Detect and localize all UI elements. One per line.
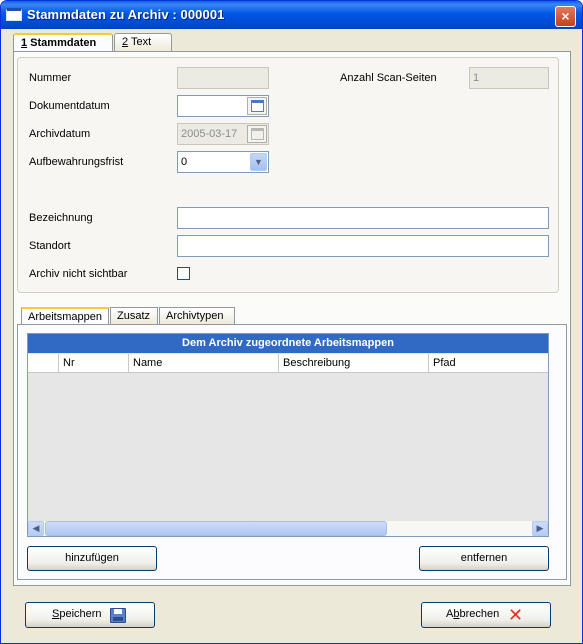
tab-zusatz[interactable]: Zusatz	[110, 307, 158, 325]
cancel-button[interactable]: Abbrechen ✕	[421, 602, 551, 628]
dokumentdatum-field[interactable]	[177, 95, 269, 117]
tab-text-label: Text	[128, 36, 152, 48]
aufbewahrungsfrist-label: Aufbewahrungsfrist	[29, 156, 124, 168]
aufbewahrungsfrist-value: 0	[181, 156, 188, 168]
calendar-icon-disabled	[247, 125, 267, 143]
save-label-rest: peichern	[59, 608, 102, 620]
tab-text[interactable]: 2 Text	[114, 33, 172, 52]
column-header-beschreibung[interactable]: Beschreibung	[278, 354, 428, 373]
standort-input[interactable]	[177, 235, 549, 257]
scan-pages-value: 1	[473, 72, 480, 84]
calendar-icon[interactable]	[247, 97, 267, 115]
nummer-label: Nummer	[29, 72, 72, 84]
dokumentdatum-label: Dokumentdatum	[29, 100, 110, 112]
grid-caption: Dem Archiv zugeordnete Arbeitsmappen	[28, 334, 548, 353]
standort-label: Standort	[29, 240, 71, 252]
floppy-disk-icon	[110, 608, 126, 623]
dialog-window: Stammdaten zu Archiv : 000001 × 1 Stammd…	[0, 0, 583, 644]
archivdatum-field[interactable]: 2005-03-17	[177, 123, 269, 145]
window-icon	[6, 8, 22, 21]
column-header-pfad[interactable]: Pfad	[428, 354, 548, 373]
remove-button[interactable]: entfernen	[419, 546, 549, 571]
horizontal-scrollbar[interactable]: ◀ ▶	[28, 520, 548, 536]
window-title: Stammdaten zu Archiv : 000001	[27, 7, 225, 22]
nicht-sichtbar-label: Archiv nicht sichtbar	[29, 268, 128, 280]
master-data-group	[17, 57, 559, 293]
scan-pages-field[interactable]: 1	[469, 67, 549, 89]
column-header-select[interactable]	[28, 354, 58, 373]
nummer-field[interactable]	[177, 67, 269, 89]
save-label: Speichern	[52, 603, 102, 626]
tab-archivtypen[interactable]: Archivtypen	[159, 307, 235, 325]
scroll-right-icon[interactable]: ▶	[532, 521, 548, 536]
aufbewahrungsfrist-select[interactable]: 0 ▼	[177, 151, 269, 173]
tab-stammdaten[interactable]: 1 Stammdaten	[13, 33, 113, 53]
bezeichnung-input[interactable]	[177, 207, 549, 229]
close-button[interactable]: ×	[555, 6, 576, 27]
grid-header: Nr Name Beschreibung Pfad	[28, 354, 548, 373]
tab-stammdaten-label: Stammdaten	[27, 37, 97, 49]
add-button[interactable]: hinzufügen	[27, 546, 157, 571]
arbeitsmappen-grid[interactable]: Dem Archiv zugeordnete Arbeitsmappen Nr …	[27, 333, 549, 537]
scrollbar-thumb[interactable]	[45, 521, 387, 536]
column-header-nr[interactable]: Nr	[58, 354, 128, 373]
cancel-x-icon: ✕	[508, 605, 524, 625]
column-header-name[interactable]: Name	[128, 354, 278, 373]
bezeichnung-label: Bezeichnung	[29, 212, 93, 224]
nicht-sichtbar-checkbox[interactable]	[177, 267, 190, 280]
title-bar[interactable]: Stammdaten zu Archiv : 000001 ×	[1, 1, 582, 29]
cancel-label: Abbrechen	[446, 608, 500, 620]
scroll-left-icon[interactable]: ◀	[28, 521, 44, 536]
archivdatum-value: 2005-03-17	[181, 128, 238, 140]
chevron-down-icon[interactable]: ▼	[250, 153, 267, 171]
archivdatum-label: Archivdatum	[29, 128, 91, 140]
save-button[interactable]: Speichern	[25, 602, 155, 628]
scan-pages-label: Anzahl Scan-Seiten	[340, 72, 437, 84]
